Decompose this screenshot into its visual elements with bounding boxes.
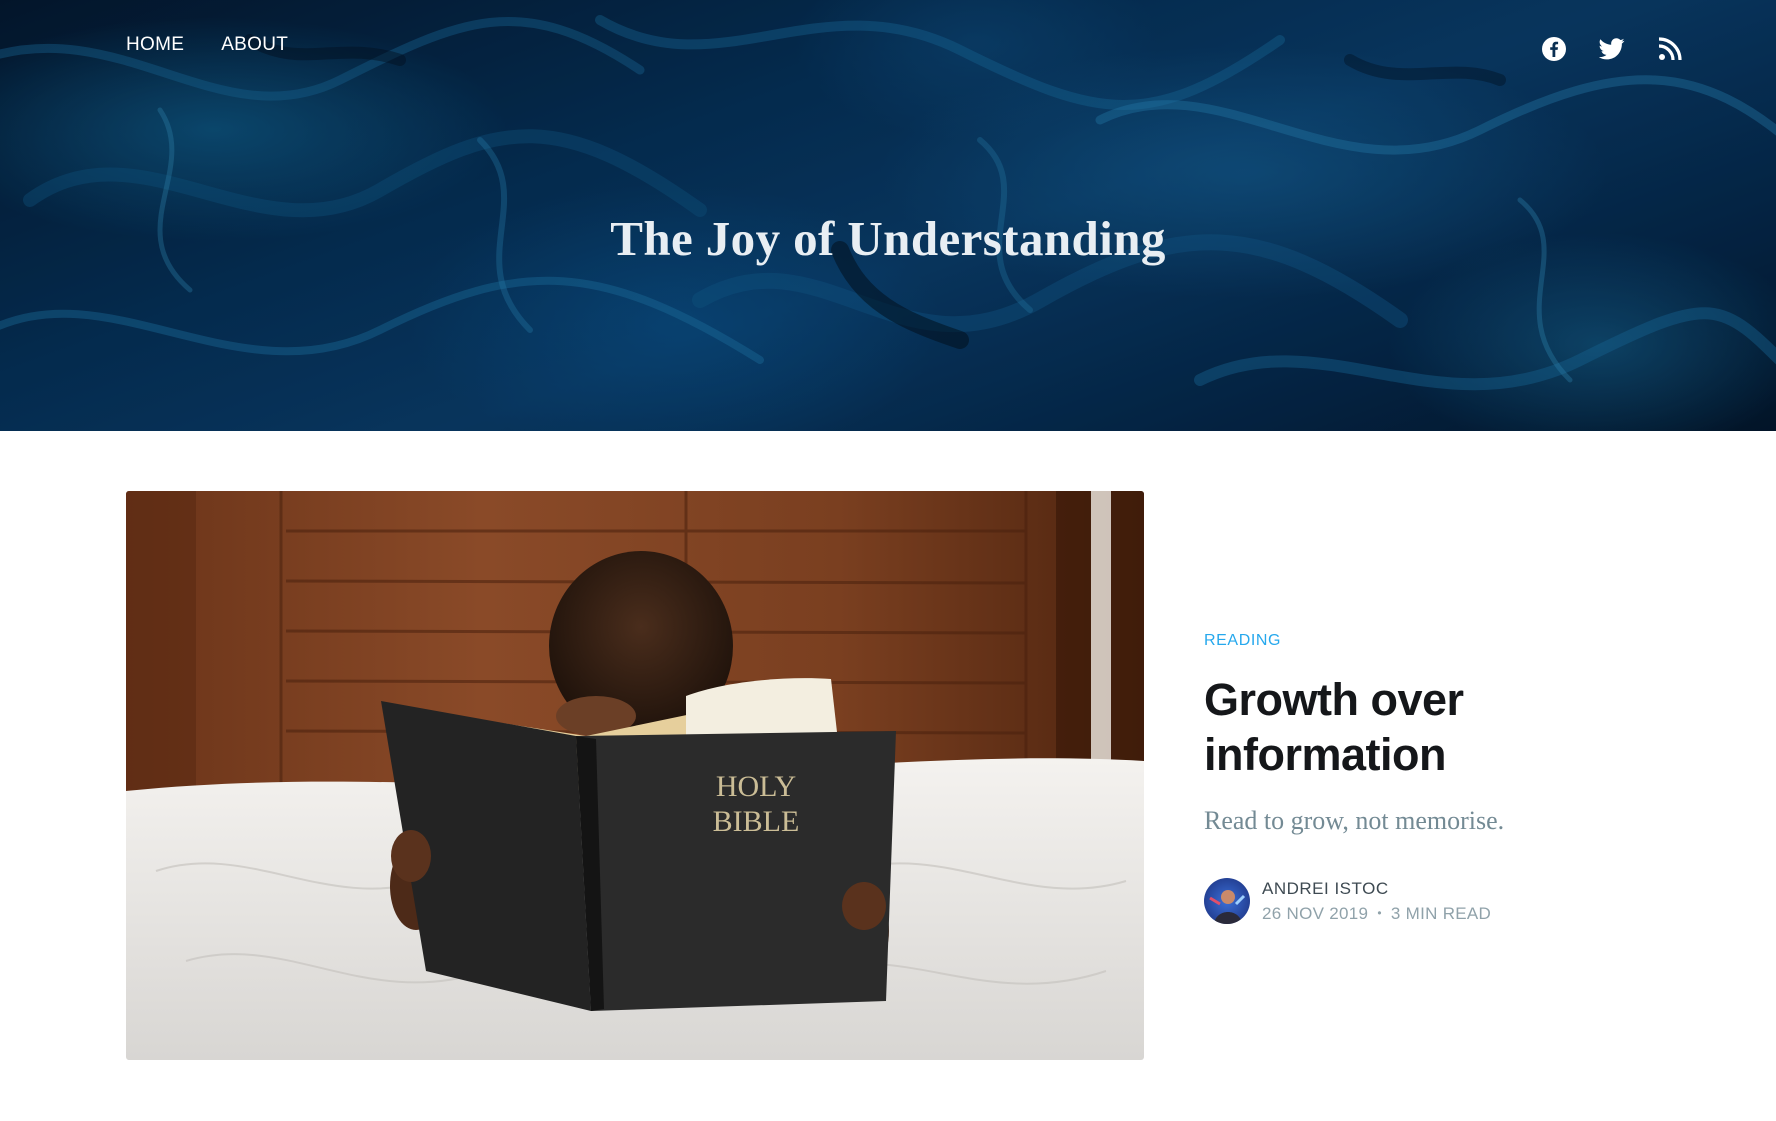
reading-time: 3 MIN READ bbox=[1390, 903, 1492, 923]
post-meta: ANDREI ISTOC 26 NOV 2019 • 3 MIN READ bbox=[1204, 878, 1684, 924]
author-avatar[interactable] bbox=[1204, 878, 1250, 924]
nav-item-about[interactable]: ABOUT bbox=[221, 34, 288, 56]
site-title: The Joy of Understanding bbox=[610, 211, 1166, 266]
post-title[interactable]: Growth over information bbox=[1204, 672, 1684, 782]
author-name[interactable]: ANDREI ISTOC bbox=[1262, 879, 1491, 899]
post-date: 26 NOV 2019 bbox=[1262, 903, 1369, 923]
twitter-icon[interactable] bbox=[1599, 36, 1625, 62]
rss-icon[interactable] bbox=[1657, 36, 1683, 62]
post-meta-line: 26 NOV 2019 • 3 MIN READ bbox=[1262, 904, 1491, 924]
post-excerpt: Read to grow, not memorise. bbox=[1204, 806, 1505, 835]
social-links bbox=[1541, 36, 1683, 62]
nav-item-home[interactable]: HOME bbox=[126, 34, 184, 56]
author-info: ANDREI ISTOC 26 NOV 2019 • 3 MIN READ bbox=[1262, 879, 1491, 924]
post-tag[interactable]: READING bbox=[1204, 632, 1684, 650]
facebook-icon[interactable] bbox=[1541, 36, 1567, 62]
meta-separator: • bbox=[1377, 905, 1382, 920]
post-content: READING Growth over information Read to … bbox=[1204, 632, 1684, 924]
site-header: HOME ABOUT The Joy of Understanding bbox=[0, 0, 1776, 431]
svg-text:BIBLE: BIBLE bbox=[713, 805, 800, 838]
bible-reading-photo: HOLY BIBLE bbox=[126, 491, 1144, 1060]
post-feature-image[interactable]: HOLY BIBLE bbox=[126, 491, 1144, 1060]
main-nav: HOME ABOUT bbox=[126, 34, 288, 56]
book-cover-text: HOLY bbox=[716, 770, 796, 803]
